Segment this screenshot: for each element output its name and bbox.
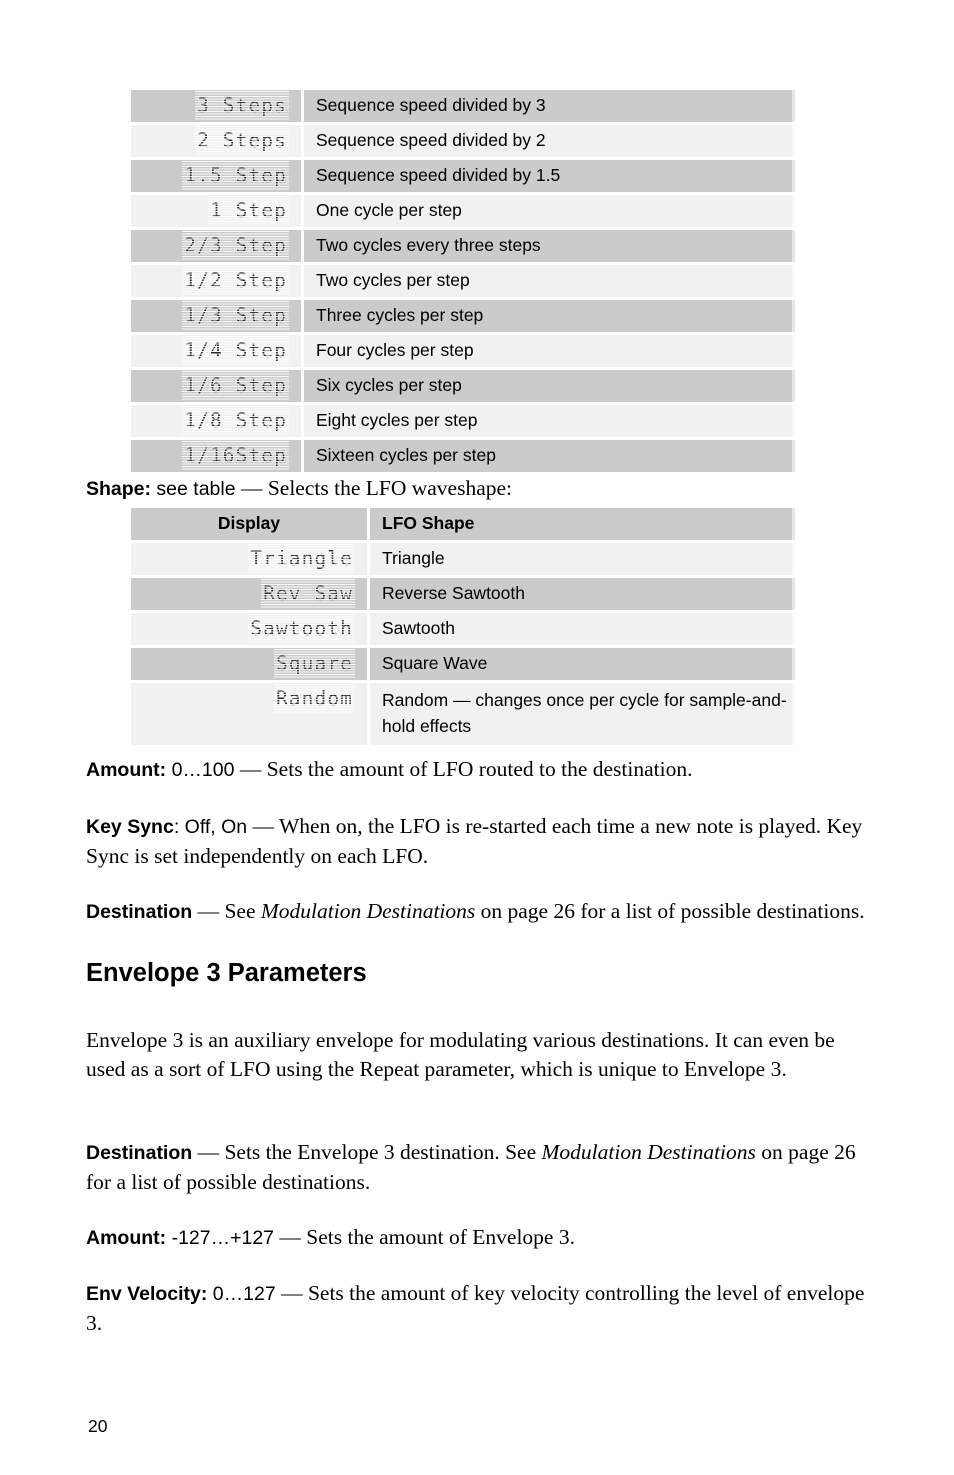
- param-range-amount-env3: -127…+127: [166, 1226, 275, 1249]
- description-cell: Random — changes once per cycle for samp…: [367, 683, 795, 745]
- display-cell: 1/2 Step: [131, 265, 301, 297]
- display-cell: 2/3 Step: [131, 230, 301, 262]
- param-body-amount: — Sets the amount of LFO routed to the d…: [234, 756, 693, 781]
- lfo-shape-table: Display LFO Shape Triangle Triangle Rev …: [131, 508, 795, 748]
- param-label-amount-env3: Amount:: [86, 1226, 167, 1249]
- table-row: Sawtooth Sawtooth: [131, 613, 795, 645]
- display-cell: 3 Steps: [131, 90, 301, 122]
- description-cell: Eight cycles per step: [301, 405, 795, 437]
- description-cell: Two cycles every three steps: [301, 230, 795, 262]
- column-header-display: Display: [131, 508, 367, 540]
- table-row: 1/8 Step Eight cycles per step: [131, 405, 795, 437]
- paragraph-destination-envelope-3: Destination — Sets the Envelope 3 destin…: [86, 1138, 876, 1198]
- table-row: 1.5 Step Sequence speed divided by 1.5: [131, 160, 795, 192]
- table-row: Triangle Triangle: [131, 543, 795, 575]
- table-row: 1/2 Step Two cycles per step: [131, 265, 795, 297]
- description-cell: Six cycles per step: [301, 370, 795, 402]
- table-row: 1/6 Step Six cycles per step: [131, 370, 795, 402]
- display-cell: 1/4 Step: [131, 335, 301, 367]
- description-cell: Sequence speed divided by 3: [301, 90, 795, 122]
- table-row: Square Square Wave: [131, 648, 795, 680]
- description-cell: One cycle per step: [301, 195, 795, 227]
- table-row: Rev Saw Reverse Sawtooth: [131, 578, 795, 610]
- display-cell: 1 Step: [131, 195, 301, 227]
- cross-reference-modulation-destinations: Modulation Destinations: [541, 1139, 756, 1164]
- description-cell: Four cycles per step: [301, 335, 795, 367]
- description-cell: Sequence speed divided by 2: [301, 125, 795, 157]
- table-row: 2/3 Step Two cycles every three steps: [131, 230, 795, 262]
- display-cell: 1/8 Step: [131, 405, 301, 437]
- lfo-rate-table: 3 Steps Sequence speed divided by 3 2 St…: [131, 90, 795, 475]
- display-cell: 1/6 Step: [131, 370, 301, 402]
- page-number: 20: [88, 1416, 108, 1436]
- document-page: 3 Steps Sequence speed divided by 3 2 St…: [0, 0, 954, 1475]
- description-cell: Sixteen cycles per step: [301, 440, 795, 472]
- table-row: 1/4 Step Four cycles per step: [131, 335, 795, 367]
- description-cell: Sawtooth: [367, 613, 795, 645]
- display-cell: Square: [131, 648, 367, 680]
- paragraph-destination-lfo: Destination — See Modulation Destination…: [86, 897, 876, 928]
- description-cell: Three cycles per step: [301, 300, 795, 332]
- param-label-amount: Amount:: [86, 758, 167, 781]
- paragraph-shape: Shape: see table — Selects the LFO waves…: [86, 474, 876, 505]
- display-cell: 1/16Step: [131, 440, 301, 472]
- table-row: 1/3 Step Three cycles per step: [131, 300, 795, 332]
- column-header-lfo-shape: LFO Shape: [367, 508, 795, 540]
- display-cell: Triangle: [131, 543, 367, 575]
- param-range-shape: see table: [151, 477, 236, 500]
- table-row: 2 Steps Sequence speed divided by 2: [131, 125, 795, 157]
- table-header-row: Display LFO Shape: [131, 508, 795, 540]
- cross-reference-modulation-destinations: Modulation Destinations: [260, 898, 476, 923]
- display-cell: 2 Steps: [131, 125, 301, 157]
- display-cell: Sawtooth: [131, 613, 367, 645]
- description-cell: Reverse Sawtooth: [367, 578, 795, 610]
- param-body-shape: — Selects the LFO waveshape:: [235, 475, 513, 500]
- table-row: Random Random — changes once per cycle f…: [131, 683, 795, 745]
- description-cell: Two cycles per step: [301, 265, 795, 297]
- paragraph-env-velocity: Env Velocity: 0…127 — Sets the amount of…: [86, 1279, 876, 1339]
- param-label-key-sync: Key Sync: [86, 815, 174, 838]
- description-cell: Triangle: [367, 543, 795, 575]
- paragraph-key-sync: Key Sync: Off, On — When on, the LFO is …: [86, 812, 876, 872]
- param-label-destination: Destination: [86, 900, 193, 923]
- paragraph-amount-lfo: Amount: 0…100 — Sets the amount of LFO r…: [86, 755, 876, 786]
- section-heading-envelope-3: Envelope 3 Parameters: [86, 959, 367, 987]
- table-row: 1 Step One cycle per step: [131, 195, 795, 227]
- display-cell: 1/3 Step: [131, 300, 301, 332]
- paragraph-amount-envelope-3: Amount: -127…+127 — Sets the amount of E…: [86, 1223, 876, 1254]
- param-body-destination-env3-pre: — Sets the Envelope 3 destination. See: [192, 1139, 542, 1164]
- display-cell: Random: [131, 683, 367, 745]
- display-cell: Rev Saw: [131, 578, 367, 610]
- paragraph-envelope-3-intro: Envelope 3 is an auxiliary envelope for …: [86, 1027, 835, 1082]
- param-range-env-velocity: 0…127: [207, 1282, 276, 1305]
- description-cell: Sequence speed divided by 1.5: [301, 160, 795, 192]
- table-row: 3 Steps Sequence speed divided by 3: [131, 90, 795, 122]
- param-range-amount: 0…100: [166, 758, 235, 781]
- param-range-key-sync: : Off, On: [173, 815, 248, 838]
- param-body-destination-post: on page 26 for a list of possible destin…: [475, 898, 865, 923]
- param-body-amount-env3: — Sets the amount of Envelope 3.: [274, 1224, 575, 1249]
- param-body-destination-pre: — See: [192, 898, 261, 923]
- param-label-shape: Shape:: [86, 477, 152, 500]
- param-label-env-velocity: Env Velocity:: [86, 1282, 208, 1305]
- display-cell: 1.5 Step: [131, 160, 301, 192]
- description-cell: Square Wave: [367, 648, 795, 680]
- param-label-destination-env3: Destination: [86, 1141, 193, 1164]
- table-row: 1/16Step Sixteen cycles per step: [131, 440, 795, 472]
